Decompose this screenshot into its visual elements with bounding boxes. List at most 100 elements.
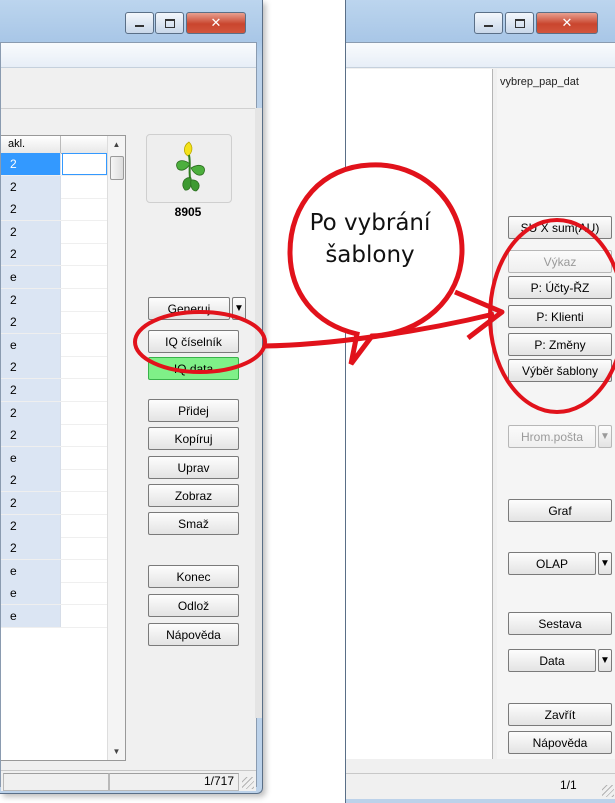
pridej-button[interactable]: Přidej [148, 399, 239, 422]
resize-grip-icon[interactable] [242, 777, 254, 789]
sestava-button[interactable]: Sestava [508, 612, 612, 635]
table-row[interactable]: e [1, 333, 107, 357]
data-dropdown-button[interactable]: ▼ [598, 649, 612, 672]
table-cell[interactable] [62, 198, 107, 220]
table-cell[interactable] [62, 176, 107, 198]
minimize-button[interactable] [125, 12, 154, 34]
vykaz-button[interactable]: Výkaz [508, 250, 612, 273]
table-row[interactable]: 2 [1, 492, 107, 515]
table-cell[interactable]: 2 [1, 198, 61, 221]
su-x-sum-button[interactable]: SU X sum(AU) [508, 216, 612, 239]
table-row[interactable]: 2 [1, 514, 107, 538]
maximize-button[interactable] [505, 12, 534, 34]
maximize-button[interactable] [155, 12, 184, 34]
table-cell[interactable] [62, 447, 107, 469]
table-cell[interactable]: 2 [1, 379, 61, 401]
table-cell[interactable] [62, 424, 107, 446]
grid-column-header[interactable]: akl. [1, 136, 61, 153]
generuj-dropdown-button[interactable]: ▼ [232, 297, 246, 320]
data-button[interactable]: Data [508, 649, 596, 672]
table-cell[interactable]: 2 [1, 220, 61, 243]
table-row[interactable]: 2 [1, 288, 107, 312]
table-cell[interactable]: 2 [1, 153, 61, 175]
table-row[interactable]: 2 [1, 243, 107, 267]
table-cell[interactable] [62, 605, 107, 627]
table-row[interactable]: e [1, 582, 107, 606]
grid-scrollbar[interactable]: ▲ ▼ [107, 136, 125, 760]
table-row[interactable]: 2 [1, 153, 107, 176]
scroll-up-arrow-icon[interactable]: ▲ [108, 136, 125, 153]
kopiruj-button[interactable]: Kopíruj [148, 427, 239, 450]
table-row[interactable]: 2 [1, 379, 107, 402]
table-cell[interactable] [62, 582, 107, 604]
table-cell[interactable] [62, 402, 107, 424]
scroll-thumb[interactable] [110, 156, 124, 180]
zobraz-button[interactable]: Zobraz [148, 484, 239, 507]
p-zmeny-button[interactable]: P: Změny [508, 333, 612, 356]
scroll-down-arrow-icon[interactable]: ▼ [108, 743, 125, 760]
table-cell[interactable] [62, 469, 107, 491]
table-cell[interactable] [62, 311, 107, 333]
table-cell[interactable]: 2 [1, 175, 61, 198]
table-cell[interactable] [62, 243, 107, 265]
zavrit-button[interactable]: Zavřít [508, 703, 612, 726]
table-cell[interactable] [62, 356, 107, 378]
napoveda-button[interactable]: Nápověda [508, 731, 612, 754]
grid-column-header-2[interactable] [62, 136, 107, 153]
table-cell[interactable] [62, 537, 107, 559]
table-row[interactable]: 2 [1, 537, 107, 561]
data-grid[interactable]: akl. 22222e22e2222e2222eee ▲ ▼ [1, 135, 126, 761]
table-cell[interactable] [62, 153, 107, 175]
table-cell[interactable]: 2 [1, 469, 61, 492]
table-row[interactable]: 2 [1, 175, 107, 199]
table-row[interactable]: 2 [1, 198, 107, 222]
table-row[interactable]: 2 [1, 469, 107, 493]
generuj-button[interactable]: Generuj [148, 297, 230, 320]
table-row[interactable]: 2 [1, 311, 107, 335]
table-cell[interactable]: 2 [1, 288, 61, 311]
table-cell[interactable]: e [1, 582, 61, 605]
table-cell[interactable]: 2 [1, 537, 61, 560]
table-row[interactable]: e [1, 559, 107, 583]
table-cell[interactable]: e [1, 446, 61, 469]
table-cell[interactable]: 2 [1, 356, 61, 379]
table-cell[interactable] [62, 289, 107, 311]
table-row[interactable]: 2 [1, 424, 107, 448]
olap-dropdown-button[interactable]: ▼ [598, 552, 612, 575]
table-cell[interactable] [62, 515, 107, 537]
table-cell[interactable]: e [1, 559, 61, 582]
graf-button[interactable]: Graf [508, 499, 612, 522]
vyber-sablony-button[interactable]: Výběr šablony [508, 359, 612, 382]
close-button[interactable]: ✕ [186, 12, 246, 34]
p-ucty-rz-button[interactable]: P: Účty-ŘZ [508, 276, 612, 299]
minimize-button[interactable] [474, 12, 503, 34]
close-button[interactable]: ✕ [536, 12, 598, 34]
table-row[interactable]: e [1, 605, 107, 628]
table-cell[interactable] [62, 492, 107, 514]
table-row[interactable]: e [1, 266, 107, 289]
table-cell[interactable]: e [1, 333, 61, 356]
table-cell[interactable]: 2 [1, 424, 61, 447]
table-row[interactable]: 2 [1, 401, 107, 425]
odloz-button[interactable]: Odlož [148, 594, 239, 617]
table-cell[interactable] [62, 334, 107, 356]
smaz-button[interactable]: Smaž [148, 512, 239, 535]
uprav-button[interactable]: Uprav [148, 456, 239, 479]
table-cell[interactable] [62, 560, 107, 582]
table-cell[interactable] [62, 221, 107, 243]
table-cell[interactable]: 2 [1, 514, 61, 537]
table-cell[interactable]: e [1, 266, 61, 288]
table-row[interactable]: 2 [1, 356, 107, 380]
table-row[interactable]: e [1, 446, 107, 470]
table-cell[interactable]: 2 [1, 492, 61, 514]
table-cell[interactable]: 2 [1, 401, 61, 424]
iq-ciselnik-button[interactable]: IQ číselník [148, 330, 239, 353]
p-klienti-button[interactable]: P: Klienti [508, 305, 612, 328]
table-cell[interactable]: 2 [1, 243, 61, 266]
olap-button[interactable]: OLAP [508, 552, 596, 575]
iq-data-button[interactable]: IQ data [148, 357, 239, 380]
konec-button[interactable]: Konec [148, 565, 239, 588]
hrom-posta-button[interactable]: Hrom.pošta [508, 425, 596, 448]
table-cell[interactable]: e [1, 605, 61, 627]
resize-grip-icon[interactable] [602, 785, 614, 797]
